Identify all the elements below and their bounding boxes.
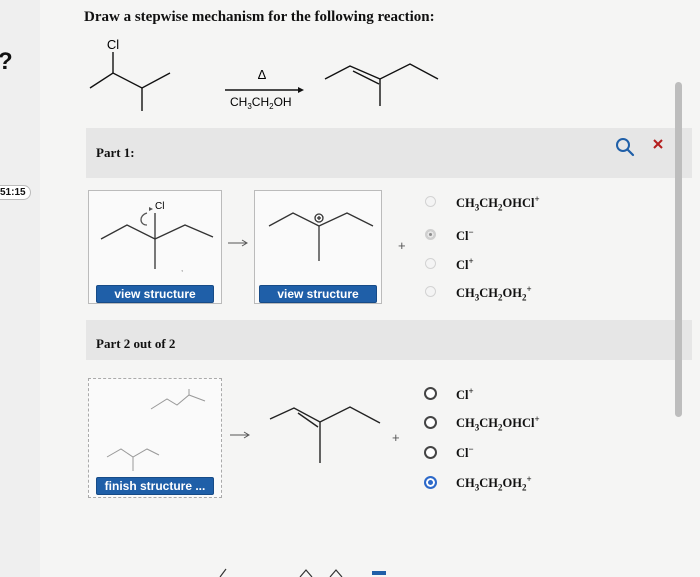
close-icon[interactable] bbox=[652, 138, 664, 150]
part2-product-structure bbox=[269, 406, 381, 463]
part2-option-3: Cl− bbox=[456, 444, 474, 461]
plus-sign-2: + bbox=[392, 430, 400, 445]
condition-heat: Δ bbox=[258, 67, 267, 82]
part1-option-4: CH3CH2OH2+ bbox=[456, 284, 532, 303]
reactant-cl-label: Cl bbox=[107, 37, 119, 52]
part1-header: Part 1: bbox=[86, 128, 692, 178]
reactant-chain bbox=[89, 72, 171, 89]
part2-option-4: CH3CH2OH2+ bbox=[456, 474, 532, 493]
condition-solvent: CH3CH2OH bbox=[230, 95, 292, 111]
view-structure-button-1[interactable]: view structure bbox=[96, 285, 214, 303]
part1-structure-box-1[interactable]: Cl , view structure bbox=[88, 190, 222, 304]
scrollbar[interactable] bbox=[675, 82, 682, 417]
reaction-scheme: Cl Δ CH3CH2OH bbox=[89, 37, 439, 111]
part1-label: Part 1: bbox=[96, 145, 135, 160]
plus-sign-1: + bbox=[398, 238, 406, 253]
part2-option-radio-4[interactable] bbox=[424, 476, 437, 489]
box1-cl-label: Cl bbox=[155, 201, 164, 212]
part1-option-radio-2[interactable] bbox=[425, 229, 436, 240]
left-sidebar bbox=[0, 0, 40, 577]
part2-option-radio-2[interactable] bbox=[424, 416, 437, 429]
part2-option-1: Cl+ bbox=[456, 386, 474, 403]
part1-structure-box-2[interactable]: view structure bbox=[254, 190, 382, 304]
svg-text:,: , bbox=[181, 264, 183, 273]
back-indicator: ? bbox=[0, 48, 13, 76]
view-structure-button-2[interactable]: view structure bbox=[259, 285, 377, 303]
part1-option-radio-1[interactable] bbox=[425, 196, 436, 207]
part2-option-radio-1[interactable] bbox=[424, 387, 437, 400]
finish-structure-button[interactable]: finish structure ... bbox=[96, 477, 214, 495]
part2-header: Part 2 out of 2 bbox=[86, 320, 692, 360]
timer-badge: 51:15 bbox=[0, 185, 31, 200]
part1-option-radio-4[interactable] bbox=[425, 286, 436, 297]
question-text: Draw a stepwise mechanism for the follow… bbox=[84, 9, 435, 25]
magnifier-icon[interactable] bbox=[614, 136, 636, 158]
structure-drawing-1: Cl , bbox=[100, 201, 214, 273]
structure-drawing-2 bbox=[268, 212, 374, 261]
product-chain bbox=[324, 63, 439, 80]
step-arrow-2 bbox=[230, 431, 250, 439]
part1-option-3: Cl+ bbox=[456, 256, 474, 273]
part2-option-2: CH3CH2OHCl+ bbox=[456, 414, 540, 433]
part2-option-radio-3[interactable] bbox=[424, 446, 437, 459]
part1-option-radio-3[interactable] bbox=[425, 258, 436, 269]
part1-option-2: Cl− bbox=[456, 227, 474, 244]
part2-structure-box[interactable]: finish structure ... bbox=[88, 378, 222, 498]
part1-option-1: CH3CH2OHCl+ bbox=[456, 194, 540, 213]
step-arrow-1 bbox=[228, 239, 248, 247]
structure-drawing-3 bbox=[106, 389, 206, 471]
part2-label: Part 2 out of 2 bbox=[96, 336, 176, 351]
bottom-cutoff-content bbox=[219, 568, 386, 577]
